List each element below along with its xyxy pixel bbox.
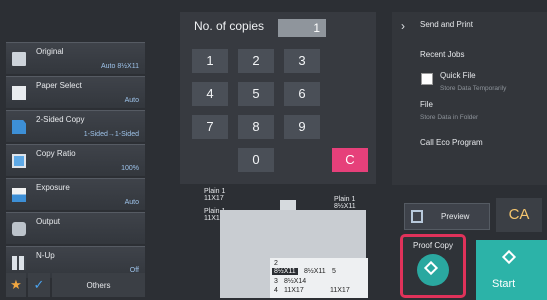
start-diamond-icon bbox=[501, 249, 517, 265]
key-9[interactable]: 9 bbox=[284, 115, 320, 139]
key-1[interactable]: 1 bbox=[192, 49, 228, 73]
copies-input[interactable]: 1 bbox=[278, 19, 326, 37]
setting-paper-select[interactable]: Paper Select Auto bbox=[6, 76, 145, 108]
key-4[interactable]: 4 bbox=[192, 82, 228, 106]
document-icon bbox=[12, 52, 26, 66]
tray-size-selected[interactable]: 8½X11 bbox=[272, 268, 298, 275]
output-tray[interactable] bbox=[280, 200, 296, 210]
preview-button[interactable]: Preview bbox=[404, 203, 490, 230]
tray-size[interactable]: 11X17 bbox=[330, 287, 350, 294]
call-eco-program-item[interactable]: Call Eco Program bbox=[420, 138, 483, 147]
proof-copy-button[interactable]: Proof Copy bbox=[400, 234, 466, 298]
clear-button[interactable]: C bbox=[332, 148, 368, 172]
tray-label-c: Plain 1 8½X11 bbox=[334, 196, 356, 210]
chevron-right-icon[interactable]: › bbox=[392, 12, 414, 40]
output-icon bbox=[12, 222, 26, 236]
quick-file-item[interactable]: Quick File bbox=[440, 71, 476, 80]
setting-exposure[interactable]: Exposure Auto bbox=[6, 178, 145, 210]
setting-value: 1-Sided→1-Sided bbox=[83, 131, 139, 138]
key-2[interactable]: 2 bbox=[238, 49, 274, 73]
setting-value: Auto bbox=[124, 97, 139, 104]
quick-file-subtext: Store Data Temporarily bbox=[440, 85, 507, 92]
clear-all-button[interactable]: CA bbox=[496, 198, 542, 232]
setting-value: Auto 8½X11 bbox=[100, 63, 139, 70]
setting-name: Output bbox=[36, 217, 61, 226]
numeric-keypad: No. of copies 1 1 2 3 4 5 6 7 8 9 0 C bbox=[180, 12, 376, 184]
ratio-icon bbox=[12, 154, 26, 168]
duplex-icon bbox=[12, 120, 26, 134]
preview-icon bbox=[411, 210, 423, 223]
tray-size[interactable]: 8½X14 bbox=[284, 278, 306, 285]
quick-file-checkbox[interactable] bbox=[421, 73, 433, 85]
copies-label: No. of copies bbox=[194, 19, 265, 33]
setting-value: Auto bbox=[124, 199, 139, 206]
tray-no: 5 bbox=[332, 268, 336, 275]
setting-name: Paper Select bbox=[36, 81, 82, 90]
tray-no: 4 bbox=[274, 287, 278, 294]
proof-copy-label: Proof Copy bbox=[412, 241, 454, 250]
key-6[interactable]: 6 bbox=[284, 82, 320, 106]
favorite-star-icon[interactable]: ★ bbox=[6, 273, 26, 297]
setting-name: Exposure bbox=[36, 183, 70, 192]
preview-label: Preview bbox=[441, 212, 470, 221]
key-0[interactable]: 0 bbox=[238, 148, 274, 172]
setting-value: 100% bbox=[121, 165, 139, 172]
key-7[interactable]: 7 bbox=[192, 115, 228, 139]
key-8[interactable]: 8 bbox=[238, 115, 274, 139]
settings-column: Original Auto 8½X11 Paper Select Auto 2-… bbox=[6, 42, 145, 280]
recent-jobs-item[interactable]: Recent Jobs bbox=[420, 50, 464, 59]
start-label: Start bbox=[492, 278, 516, 290]
paper-tray-table: 2 8½X11 8½X11 5 3 8½X14 4 11X17 11X17 bbox=[270, 258, 368, 298]
action-menu bbox=[392, 12, 547, 185]
setting-name: N-Up bbox=[36, 251, 55, 260]
file-item[interactable]: File bbox=[420, 100, 433, 109]
key-3[interactable]: 3 bbox=[284, 49, 320, 73]
diamond-icon bbox=[423, 260, 439, 276]
setting-2-sided-copy[interactable]: 2-Sided Copy 1-Sided→1-Sided bbox=[6, 110, 145, 142]
paper-icon bbox=[12, 86, 26, 100]
setting-name: Original bbox=[36, 47, 64, 56]
setting-copy-ratio[interactable]: Copy Ratio 100% bbox=[6, 144, 145, 176]
check-icon[interactable]: ✓ bbox=[28, 273, 50, 297]
setting-output[interactable]: Output bbox=[6, 212, 145, 244]
tray-label-a: Plain 1 11X17 bbox=[204, 188, 226, 202]
file-subtext: Store Data in Folder bbox=[420, 114, 479, 121]
tray-size[interactable]: 11X17 bbox=[284, 287, 304, 294]
exposure-icon bbox=[12, 188, 26, 202]
start-button[interactable]: Start bbox=[476, 240, 547, 300]
tray-size[interactable]: 8½X11 bbox=[304, 268, 326, 275]
send-and-print-item[interactable]: Send and Print bbox=[420, 20, 473, 29]
n-up-icon bbox=[12, 256, 26, 270]
setting-original[interactable]: Original Auto 8½X11 bbox=[6, 42, 145, 74]
proof-copy-circle bbox=[417, 254, 449, 286]
setting-name: Copy Ratio bbox=[36, 149, 76, 158]
tray-no: 2 bbox=[274, 260, 278, 267]
setting-name: 2-Sided Copy bbox=[36, 115, 85, 124]
bottom-bar: ★ ✓ Others bbox=[6, 273, 145, 297]
others-button[interactable]: Others bbox=[52, 273, 145, 297]
key-5[interactable]: 5 bbox=[238, 82, 274, 106]
tray-no: 3 bbox=[274, 278, 278, 285]
